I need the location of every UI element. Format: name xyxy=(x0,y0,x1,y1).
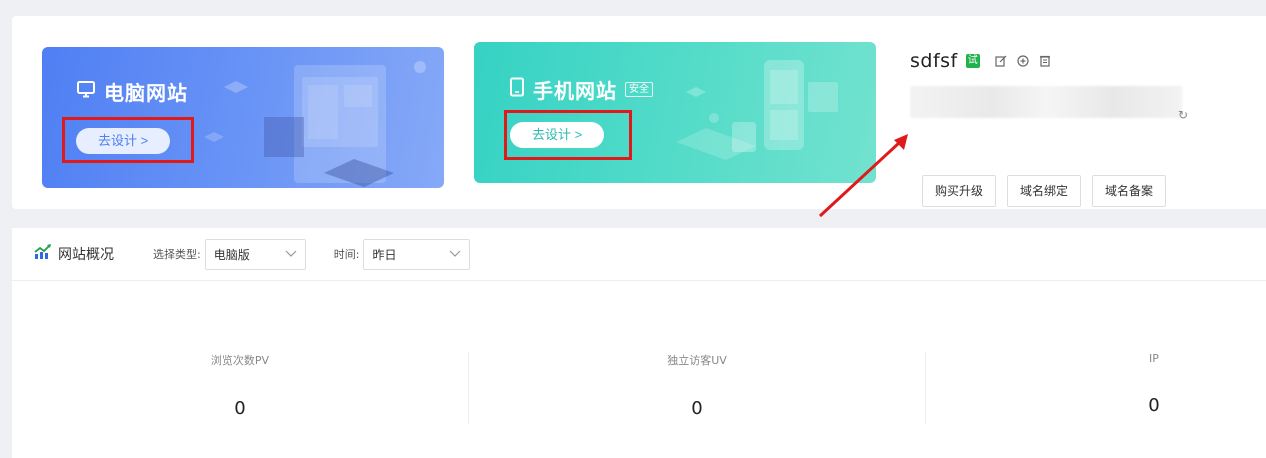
stat-label: IP xyxy=(1149,352,1159,365)
time-filter-label: 时间: xyxy=(333,248,360,261)
overview-panel: 网站概况 选择类型: 电脑版 时间: 昨日 浏览次数PV 0 独立访客UV 0 … xyxy=(12,228,1266,458)
time-select-value: 昨日 xyxy=(372,247,397,262)
site-actions: 购买升级 域名绑定 域名备案 xyxy=(922,175,1167,207)
mobile-site-card[interactable]: 手机网站 安全 去设计 > xyxy=(474,42,876,183)
edit-icon[interactable] xyxy=(994,54,1008,68)
stat-ip: IP 0 xyxy=(926,352,1266,416)
type-filter-label: 选择类型: xyxy=(153,248,201,261)
refresh-icon[interactable]: ↻ xyxy=(1178,108,1188,122)
stat-value: 0 xyxy=(691,398,703,419)
overview-title-text: 网站概况 xyxy=(58,247,114,263)
upgrade-button[interactable]: 购买升级 xyxy=(922,175,997,207)
mobile-design-button[interactable]: 去设计 > xyxy=(510,122,605,148)
chevron-down-icon xyxy=(285,247,297,261)
time-select[interactable]: 昨日 xyxy=(363,238,471,270)
site-name: sdfsf xyxy=(910,50,958,72)
mobile-illustration xyxy=(676,60,838,160)
site-name-row: sdfsf 试 xyxy=(910,50,1266,72)
type-select[interactable]: 电脑版 xyxy=(204,238,306,270)
overview-filter-bar: 网站概况 选择类型: 电脑版 时间: 昨日 xyxy=(12,228,1266,281)
chevron-down-icon xyxy=(449,247,461,261)
site-cards-panel: 电脑网站 去设计 > 手机网站 安全 去设计 > sdfsf 试 ↻ 购买升级 … xyxy=(12,16,1266,209)
phone-icon xyxy=(509,77,525,102)
pc-site-card[interactable]: 电脑网站 去设计 > xyxy=(42,47,444,188)
safe-badge: 安全 xyxy=(625,82,653,97)
stat-uv: 独立访客UV 0 xyxy=(469,352,925,419)
stat-label: 独立访客UV xyxy=(667,354,727,367)
site-url-blurred xyxy=(910,86,1182,118)
pc-illustration xyxy=(204,61,426,187)
domain-record-button[interactable]: 域名备案 xyxy=(1092,175,1167,207)
stat-value: 0 xyxy=(1148,395,1160,416)
pc-site-title: 电脑网站 xyxy=(76,77,188,106)
pc-site-title-text: 电脑网站 xyxy=(104,81,188,105)
type-select-value: 电脑版 xyxy=(213,247,250,262)
pc-design-button[interactable]: 去设计 > xyxy=(76,128,171,154)
delete-icon[interactable] xyxy=(1038,54,1052,68)
overview-title: 网站概况 xyxy=(34,244,114,264)
stat-value: 0 xyxy=(234,398,246,419)
mobile-site-title-text: 手机网站 xyxy=(533,79,617,103)
stat-pv: 浏览次数PV 0 xyxy=(12,352,468,419)
mobile-site-title: 手机网站 安全 xyxy=(509,75,653,104)
stat-label: 浏览次数PV xyxy=(210,354,270,367)
trial-badge: 试 xyxy=(965,54,980,68)
add-circle-icon[interactable] xyxy=(1016,54,1030,68)
monitor-icon xyxy=(76,79,96,104)
site-info: sdfsf 试 ↻ 购买升级 域名绑定 域名备案 xyxy=(910,50,1266,210)
chart-trend-icon xyxy=(34,244,52,264)
domain-bind-button[interactable]: 域名绑定 xyxy=(1007,175,1082,207)
